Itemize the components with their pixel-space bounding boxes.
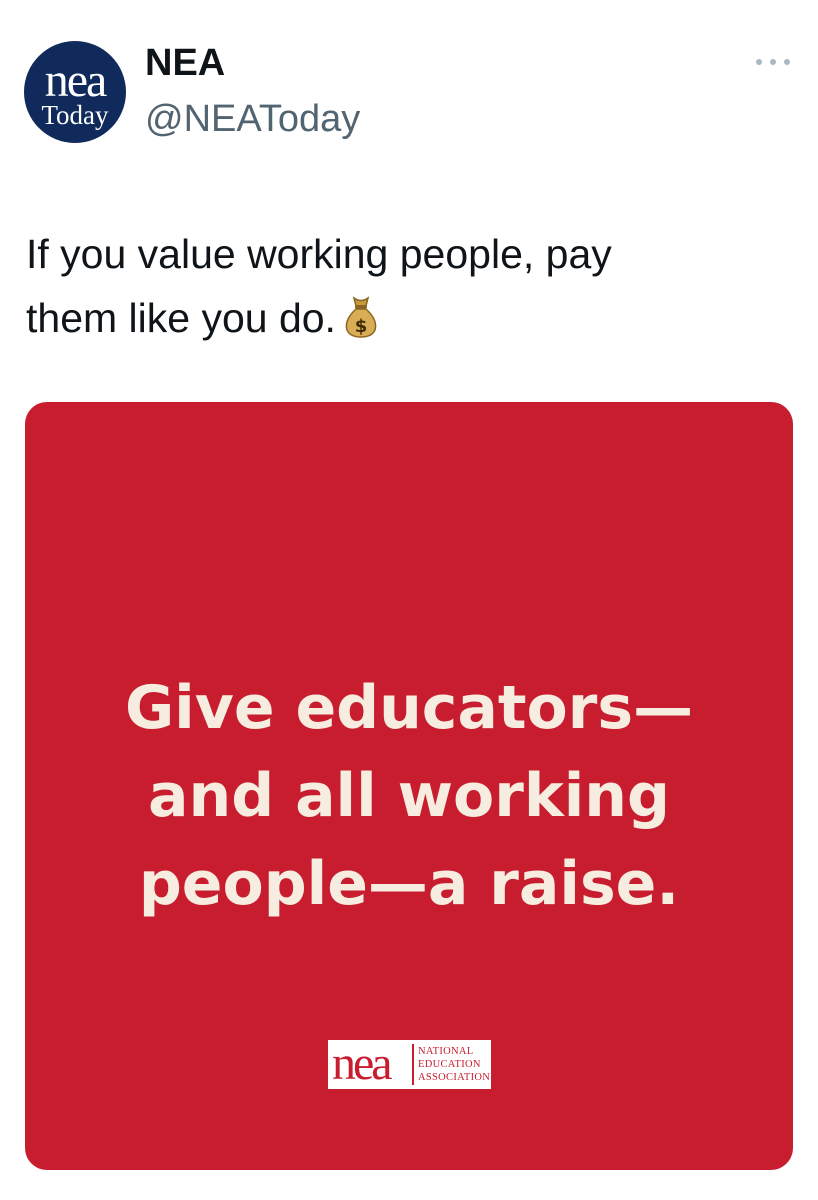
nea-logo-mark: nea bbox=[332, 1037, 393, 1090]
more-dot bbox=[756, 59, 762, 65]
headline-line: people—a raise. bbox=[138, 849, 680, 919]
more-dot bbox=[784, 59, 790, 65]
tweet-text-line: them like you do. bbox=[26, 295, 336, 341]
author-display-name[interactable]: NEA bbox=[145, 40, 225, 86]
headline-line: and all working bbox=[148, 761, 670, 831]
nea-logo: nea NATIONAL EDUCATION ASSOCIATION bbox=[328, 1040, 491, 1089]
tweet-text: If you value working people, pay them li… bbox=[26, 222, 786, 356]
tweet-text-line: If you value working people, pay bbox=[26, 231, 612, 277]
nea-logo-text: NATIONAL EDUCATION ASSOCIATION bbox=[418, 1045, 490, 1084]
svg-text:$: $ bbox=[355, 316, 368, 337]
money-bag-icon: $ bbox=[342, 292, 380, 356]
avatar-today-text: Today bbox=[41, 100, 109, 130]
author-handle[interactable]: @NEAToday bbox=[145, 96, 360, 142]
nea-logo-line: EDUCATION bbox=[418, 1059, 481, 1070]
more-options-icon[interactable] bbox=[756, 55, 790, 69]
media-headline: Give educators— and all working people—a… bbox=[25, 664, 793, 928]
avatar-nea-text: nea bbox=[44, 54, 108, 107]
headline-line: Give educators— bbox=[124, 673, 694, 743]
tweet-text-line-2: them like you do. $ bbox=[26, 286, 786, 356]
more-dot bbox=[770, 59, 776, 65]
nea-logo-line: ASSOCIATION bbox=[418, 1072, 491, 1083]
nea-logo-line: NATIONAL bbox=[418, 1046, 474, 1057]
nea-logo-divider bbox=[412, 1044, 414, 1085]
media-image[interactable]: Give educators— and all working people—a… bbox=[25, 402, 793, 1170]
tweet: nea Today NEA @NEAToday If you value wor… bbox=[0, 0, 818, 1200]
avatar[interactable]: nea Today bbox=[24, 41, 126, 143]
